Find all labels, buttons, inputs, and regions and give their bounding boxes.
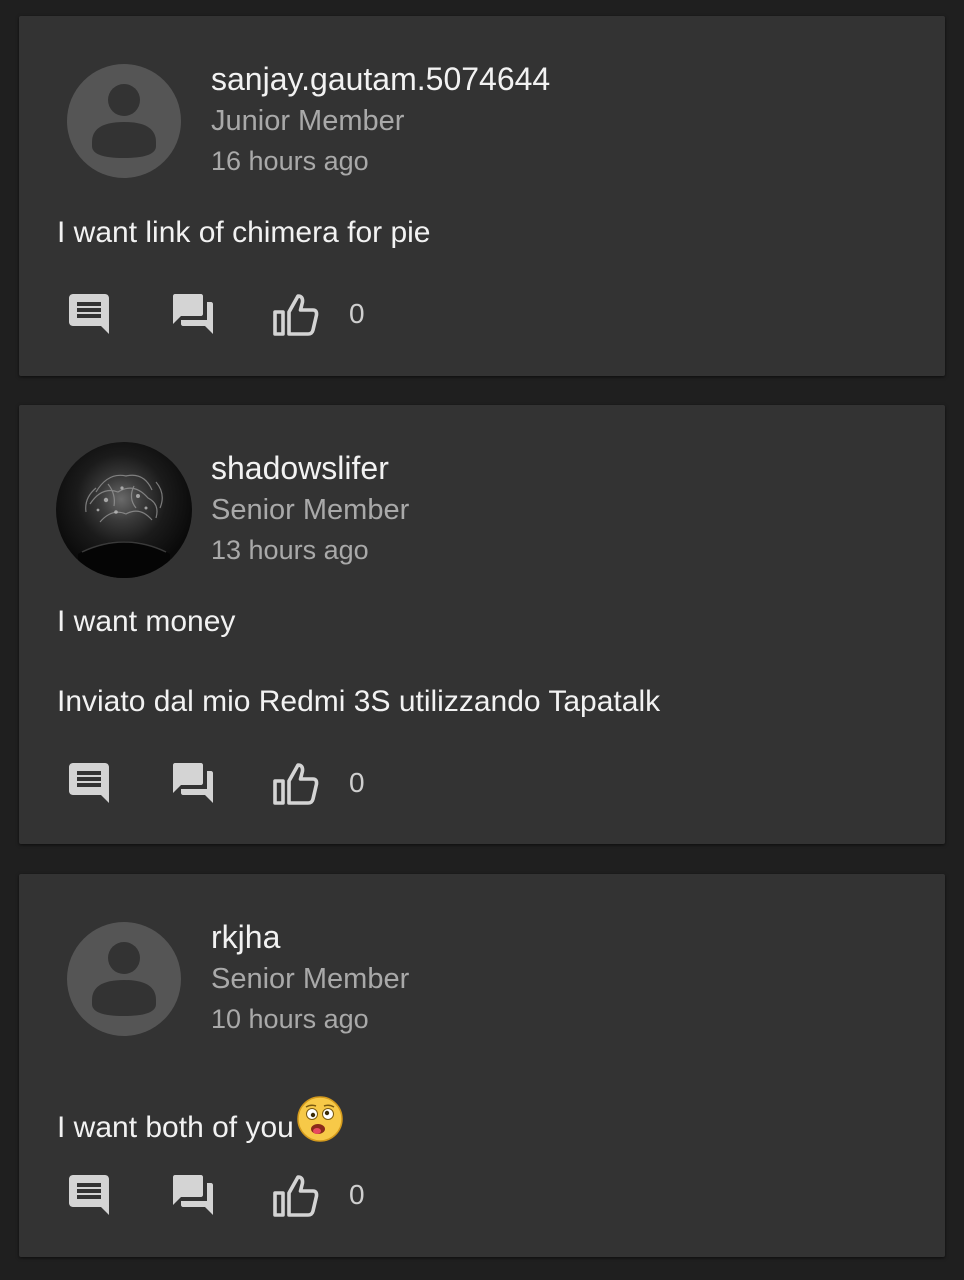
like-count: 0 — [349, 767, 365, 798]
post-actions: 0 — [65, 290, 405, 338]
post-time: 10 hours ago — [211, 1004, 369, 1034]
post-card: sanjay.gautam.5074644 Junior Member 16 h… — [19, 16, 945, 376]
thumbs-up-icon — [273, 763, 319, 805]
post-body-text: I want both of you — [57, 1111, 294, 1144]
username[interactable]: shadowslifer — [211, 449, 409, 487]
post-author: shadowslifer Senior Member 13 hours ago — [211, 449, 409, 567]
post-actions: 0 — [65, 1171, 405, 1219]
comment-button[interactable] — [65, 290, 113, 338]
post-card: rkjha Senior Member 10 hours ago I want … — [19, 874, 945, 1257]
avatar[interactable] — [67, 64, 181, 178]
thumbs-up-icon — [273, 294, 319, 336]
post-time: 13 hours ago — [211, 535, 369, 565]
comment-button[interactable] — [65, 1171, 113, 1219]
like-count: 0 — [349, 298, 365, 329]
default-person-icon — [92, 84, 156, 158]
comment-icon — [69, 294, 109, 334]
avatar[interactable] — [56, 442, 192, 578]
default-person-icon — [92, 942, 156, 1016]
post-body: I want both of you — [57, 1095, 344, 1153]
post-author: rkjha Senior Member 10 hours ago — [211, 918, 409, 1036]
reply-button[interactable] — [169, 759, 217, 807]
post-signature: Inviato dal mio Redmi 3S utilizzando Tap… — [57, 685, 661, 718]
forum-reply-icon — [173, 1175, 213, 1215]
comment-button[interactable] — [65, 759, 113, 807]
member-rank: Junior Member — [211, 105, 405, 137]
drooling-dizzy-face-emoji — [296, 1095, 344, 1153]
forum-reply-icon — [173, 294, 213, 334]
post-author: sanjay.gautam.5074644 Junior Member 16 h… — [211, 60, 550, 178]
user-photo — [78, 474, 170, 578]
post-body: I want link of chimera for pie — [57, 216, 431, 249]
member-rank: Senior Member — [211, 963, 410, 995]
comment-icon — [69, 1175, 109, 1215]
member-rank: Senior Member — [211, 494, 410, 526]
forum-reply-icon — [173, 763, 213, 803]
avatar[interactable] — [67, 922, 181, 1036]
like-count: 0 — [349, 1179, 365, 1210]
post-time: 16 hours ago — [211, 146, 369, 176]
reply-button[interactable] — [169, 290, 217, 338]
thumbs-up-icon — [273, 1175, 319, 1217]
post-actions: 0 — [65, 759, 405, 807]
comment-icon — [69, 763, 109, 803]
post-card: shadowslifer Senior Member 13 hours ago … — [19, 405, 945, 844]
like-button[interactable] — [272, 290, 320, 338]
like-button[interactable] — [272, 759, 320, 807]
username[interactable]: rkjha — [211, 918, 409, 956]
like-button[interactable] — [272, 1171, 320, 1219]
post-body: I want money — [57, 605, 236, 638]
reply-button[interactable] — [169, 1171, 217, 1219]
username[interactable]: sanjay.gautam.5074644 — [211, 60, 550, 98]
